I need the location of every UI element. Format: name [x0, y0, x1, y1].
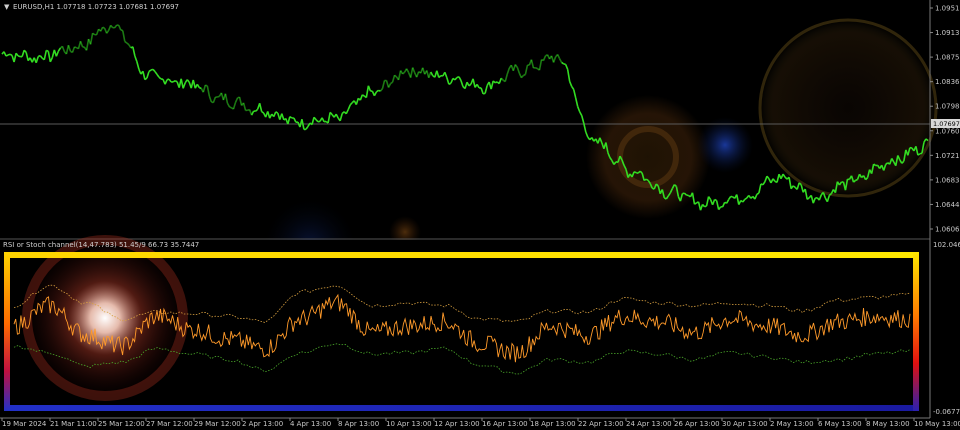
price-segment [74, 46, 77, 49]
price-axis-label: 1.06065 [935, 226, 960, 234]
price-segment [694, 202, 697, 205]
indicator-panel[interactable]: RSI or Stoch channel(14,47.783) 51.45/9 … [0, 235, 930, 415]
time-axis-label: 25 Mar 12:00 [98, 420, 145, 428]
time-axis-label: 6 May 13:00 [818, 420, 862, 428]
price-segment [523, 73, 526, 77]
indicator-axis-bottom: -0.0677 [933, 408, 960, 416]
price-segment [17, 55, 21, 58]
lens-flare-blue [697, 117, 753, 173]
indicator-axis-top: 102.046 [933, 241, 960, 249]
time-axis-label: 2 Apr 13:00 [242, 420, 283, 428]
price-segment [92, 32, 96, 36]
price-axis-label: 1.09135 [935, 29, 960, 37]
price-segment [563, 63, 566, 66]
time-axis-label: 12 Apr 13:00 [434, 420, 480, 428]
price-segment [704, 205, 707, 208]
price-segment [361, 94, 365, 97]
time-axis-label: 10 Apr 13:00 [386, 420, 432, 428]
price-segment [714, 198, 718, 202]
time-axis-label: 16 Apr 13:00 [482, 420, 528, 428]
frame-left [4, 252, 10, 411]
price-segment [205, 84, 208, 87]
frame-top [7, 252, 917, 258]
price-axis-label: 1.08750 [935, 54, 960, 62]
price-segment [390, 81, 393, 85]
price-axis[interactable]: 1.09515 1.09135 1.08750 1.08365 1.07980 1.076… [929, 0, 960, 418]
chart-window[interactable]: ▼ EURUSD,H1 1.07718 1.07723 1.07681 1.07… [0, 0, 960, 430]
price-segment [855, 178, 858, 182]
time-axis-label: 30 Apr 13:00 [722, 420, 768, 428]
time-axis[interactable]: 19 Mar 2024 21 Mar 11:00 25 Mar 12:00 27 Ma… [0, 417, 960, 428]
time-axis-label: 22 Apr 13:00 [578, 420, 624, 428]
time-axis-label: 29 Mar 12:00 [194, 420, 241, 428]
lens-flare-orange [586, 95, 710, 219]
price-segment [229, 106, 232, 109]
time-axis-label: 2 May 13:00 [770, 420, 814, 428]
time-axis-label: 24 Apr 13:00 [626, 420, 672, 428]
price-segment [5, 54, 9, 57]
price-axis-label: 1.08365 [935, 78, 960, 86]
price-segment [919, 152, 923, 155]
time-axis-label: 18 Apr 13:00 [530, 420, 576, 428]
time-axis-label: 8 May 13:00 [866, 420, 910, 428]
time-axis-label: 26 Apr 13:00 [674, 420, 720, 428]
price-segment [217, 95, 220, 98]
price-segment [198, 86, 202, 90]
price-segment [633, 171, 637, 174]
price-segment [275, 111, 279, 114]
price-segment [535, 67, 538, 70]
current-price-label: 1.07697 [933, 120, 960, 128]
price-segment [9, 53, 13, 57]
price-axis-label: 1.07600 [935, 127, 960, 135]
triangle-down-icon[interactable]: ▼ [4, 3, 10, 11]
time-axis-label: 4 Apr 13:00 [290, 420, 331, 428]
frame-bottom [7, 405, 917, 411]
price-axis-label: 1.09515 [935, 5, 960, 13]
price-segment [756, 192, 760, 195]
price-axis-label: 1.07215 [935, 152, 960, 160]
time-axis-label: 21 Mar 11:00 [50, 420, 97, 428]
price-axis-label: 1.06445 [935, 201, 960, 209]
frame-right [913, 252, 919, 411]
time-axis-label: 27 Mar 12:00 [146, 420, 193, 428]
main-chart-header: EURUSD,H1 1.07718 1.07723 1.07681 1.0769… [13, 3, 179, 11]
time-axis-label: 19 Mar 2024 [2, 420, 47, 428]
price-segment [82, 45, 85, 49]
price-segment [45, 49, 49, 52]
price-segment [174, 80, 178, 83]
price-segment [120, 29, 124, 32]
price-segment [102, 26, 106, 30]
price-segment [448, 82, 452, 86]
price-segment [645, 178, 649, 182]
price-axis-label: 1.07980 [935, 103, 960, 111]
time-axis-label: 8 Apr 13:00 [338, 420, 379, 428]
indicator-header: RSI or Stoch channel(14,47.783) 51.45/9 … [3, 241, 199, 249]
time-axis-label: 10 May 13:00 [914, 420, 960, 428]
price-segment [172, 80, 176, 83]
price-axis-label: 1.06830 [935, 176, 960, 184]
lens-flare-large-ring [758, 18, 938, 198]
